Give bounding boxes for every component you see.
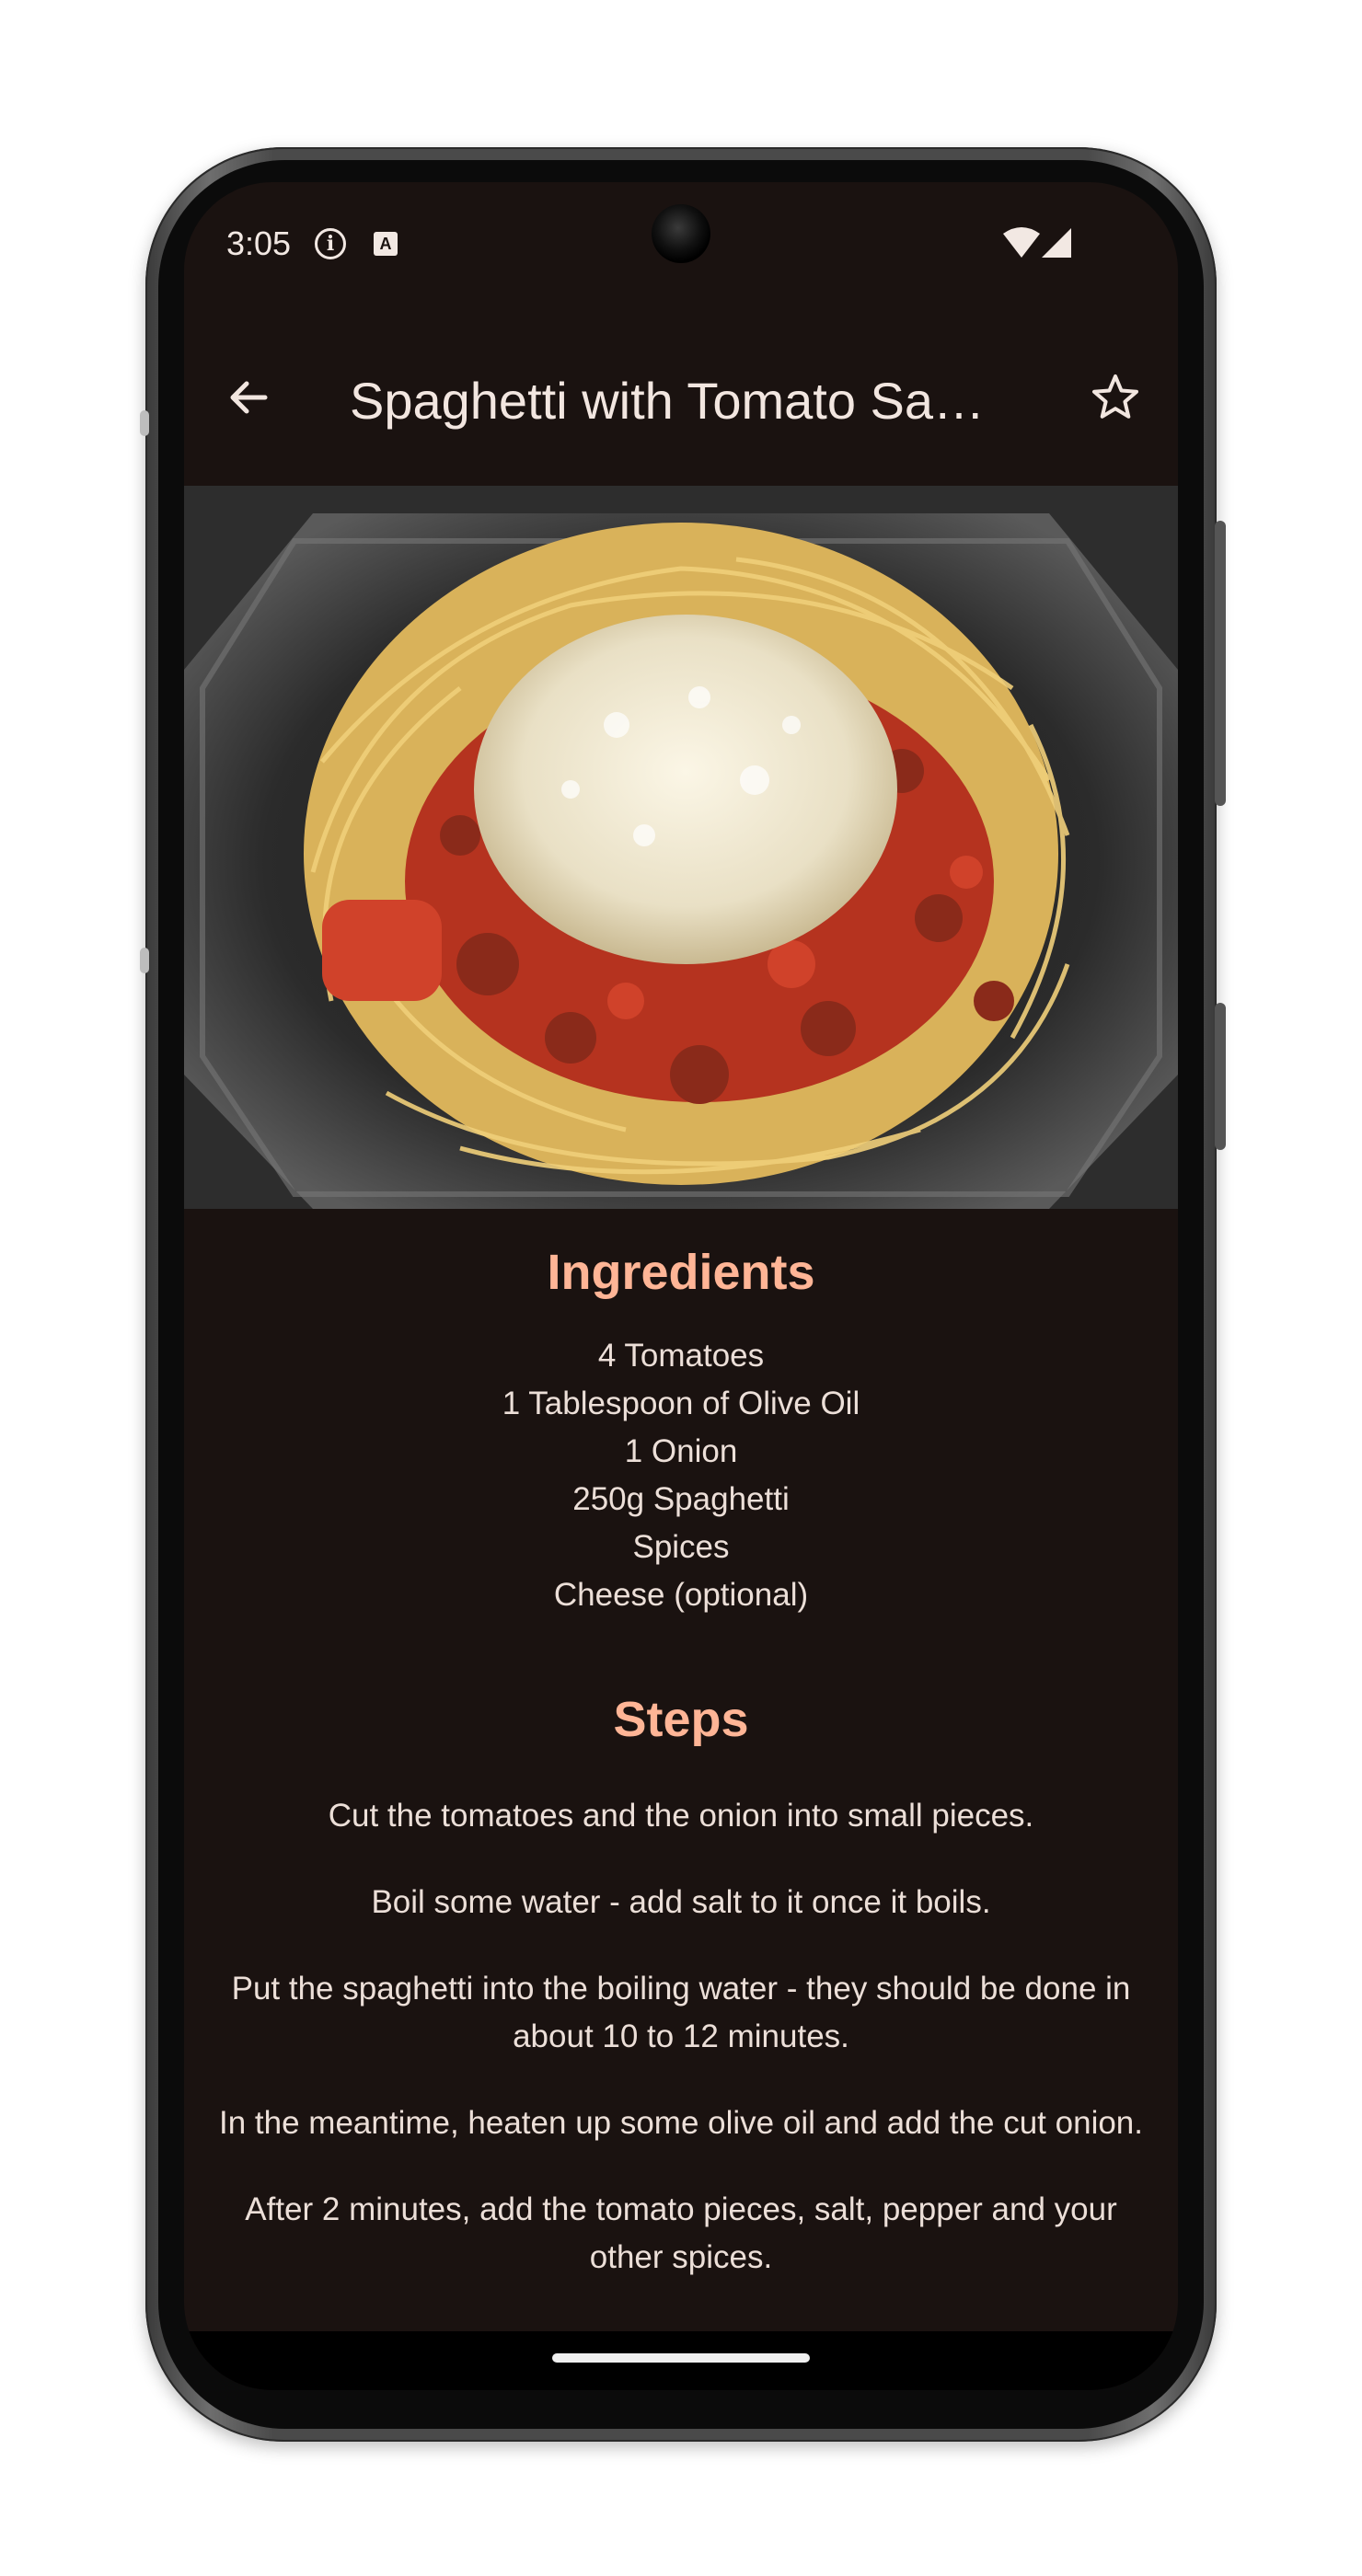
navigation-bar <box>184 2331 1178 2390</box>
recipe-content: Ingredients 4 Tomatoes 1 Tablespoon of O… <box>184 1209 1178 2331</box>
step-item: In the meantime, heaten up some olive oi… <box>219 2105 1143 2141</box>
ingredients-heading: Ingredients <box>547 1245 815 1300</box>
status-bar: 3:05 i A <box>184 182 1178 320</box>
text-a-icon: A <box>374 232 398 256</box>
wifi-icon <box>1003 227 1040 258</box>
side-marker <box>140 410 149 436</box>
ingredient-item: Cheese (optional) <box>553 1577 809 1613</box>
ingredient-item: 1 Onion <box>624 1433 738 1469</box>
status-time: 3:05 <box>226 224 292 262</box>
signal-icon <box>1042 228 1071 258</box>
steps-heading: Steps <box>613 1692 749 1747</box>
step-item: Cut the tomatoes and the onion into smal… <box>328 1798 1034 1834</box>
ingredient-item: 4 Tomatoes <box>597 1338 765 1374</box>
ingredients-list: 4 Tomatoes 1 Tablespoon of Olive Oil 1 O… <box>184 1332 1178 1619</box>
recipe-image <box>184 486 1178 1209</box>
star-outline-icon[interactable] <box>1090 372 1141 423</box>
ingredient-item: Spices <box>632 1529 730 1565</box>
step-item: Put the spaghetti into the boiling water… <box>231 1971 1131 2054</box>
ingredient-item: 1 Tablespoon of Olive Oil <box>502 1386 860 1421</box>
power-button <box>1215 1003 1226 1150</box>
step-item: Boil some water - add salt to it once it… <box>371 1884 991 1920</box>
volume-button <box>1215 521 1226 806</box>
page-title: Spaghetti with Tomato Sauce <box>350 372 1012 430</box>
top-app-bar: Spaghetti with Tomato Sauce <box>184 320 1178 486</box>
info-icon: i <box>315 228 346 259</box>
steps-list: Cut the tomatoes and the onion into smal… <box>212 1792 1150 2320</box>
home-gesture-handle[interactable] <box>552 2353 810 2363</box>
side-marker <box>140 948 149 973</box>
front-camera <box>652 204 710 263</box>
app-screen: 3:05 i A Spaghetti with Tomato Sauce Ing… <box>184 182 1178 2390</box>
spaghetti-image <box>184 486 1178 1209</box>
step-item: After 2 minutes, add the tomato pieces, … <box>245 2191 1117 2275</box>
ingredient-item: 250g Spaghetti <box>572 1481 790 1517</box>
arrow-left-icon[interactable] <box>221 370 276 425</box>
